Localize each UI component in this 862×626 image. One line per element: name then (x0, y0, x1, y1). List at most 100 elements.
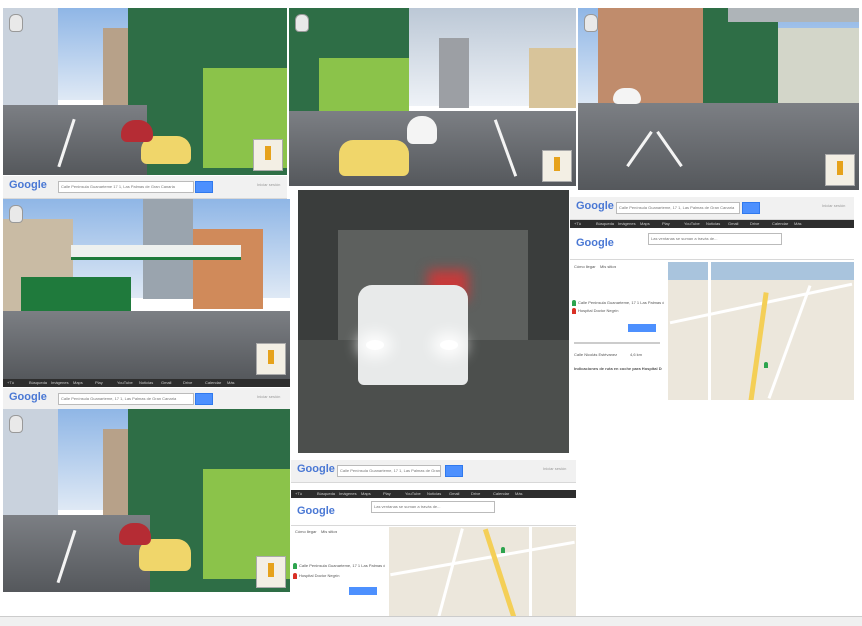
origin-pin-icon (293, 563, 297, 569)
sign-in-link[interactable]: Iniciar sesión (257, 182, 280, 187)
search-input[interactable]: Calle Peninsula Guanarteme 17 1, Las Pal… (58, 181, 194, 193)
nav-item[interactable]: Más (227, 380, 235, 385)
destination-pin-icon (293, 573, 297, 579)
nav-item[interactable]: Gmail (161, 380, 171, 385)
canopy (728, 8, 859, 22)
nav-item[interactable]: +Tú (7, 380, 14, 385)
route-highway (482, 528, 517, 618)
nav-item[interactable]: Maps (640, 221, 650, 226)
nav-item[interactable]: Noticias (427, 491, 441, 496)
nav-item[interactable]: Búsqueda (596, 221, 614, 226)
origin-field[interactable]: Calle Peninsula Guanarteme, 17 1 Las Pal… (578, 300, 664, 305)
minimap-icon[interactable] (542, 150, 572, 182)
tab-get-directions[interactable]: Cómo llegar (574, 264, 596, 269)
nav-item[interactable]: Búsqueda (29, 380, 47, 385)
building-green (703, 8, 778, 103)
building-right (778, 28, 859, 103)
destination-field[interactable]: Hospital Doctor Negrín (578, 308, 664, 313)
building-left (598, 8, 708, 103)
nav-item[interactable]: Calendar (772, 221, 788, 226)
streetview-tile-top-middle[interactable] (289, 8, 576, 186)
white-car (358, 285, 468, 385)
search-input[interactable]: Calle Península Guanarteme, 17 1, Las Pa… (58, 393, 194, 405)
google-bar-maps-bottom: Google Calle Península Guanarteme, 17 1,… (291, 460, 576, 483)
nav-item[interactable]: Maps (73, 380, 83, 385)
google-logo: Google (297, 463, 335, 475)
google-bar-left: Google Calle Peninsula Guanarteme 17 1, … (3, 176, 287, 199)
tab-my-places[interactable]: Mis sitios (600, 264, 616, 269)
search-button[interactable] (445, 465, 463, 477)
get-directions-button[interactable] (628, 324, 656, 332)
sign-in-link[interactable]: Iniciar sesión (257, 394, 280, 399)
origin-field[interactable]: Calle Peninsula Guanarteme, 17 1 Las Pal… (299, 563, 385, 568)
minimap-icon[interactable] (256, 343, 286, 375)
google-bar-maps-right-2: Google Las ventanas se suman a travás de… (570, 229, 854, 260)
nav-item[interactable]: Play (383, 491, 391, 496)
nav-item[interactable]: Búsqueda (317, 491, 335, 496)
google-logo: Google (576, 237, 614, 249)
sign-in-link[interactable]: Iniciar sesión (543, 466, 566, 471)
streetview-tile-bottom-left[interactable] (3, 409, 290, 592)
nav-item[interactable]: YouTube (405, 491, 421, 496)
nav-item[interactable]: +Tú (295, 491, 302, 496)
get-directions-button[interactable] (349, 587, 377, 595)
sign-in-link[interactable]: Iniciar sesión (822, 203, 845, 208)
map-bottom[interactable] (389, 527, 576, 619)
pegman-icon[interactable] (9, 205, 23, 223)
nav-item[interactable]: Maps (361, 491, 371, 496)
tab-my-places[interactable]: Mis sitios (321, 529, 337, 534)
white-van (613, 88, 641, 104)
nav-item[interactable]: YouTube (117, 380, 133, 385)
nav-item[interactable]: Play (662, 221, 670, 226)
search-input[interactable]: Calle Península Guanarteme, 17 1, Las Pa… (337, 465, 441, 477)
search-button[interactable] (195, 393, 213, 405)
streetview-tile-top-right[interactable] (578, 8, 859, 190)
google-nav-bar: +Tú Búsqueda Imágenes Maps Play YouTube Notici… (291, 490, 576, 498)
nav-item[interactable]: Calendar (493, 491, 509, 496)
minimap-icon[interactable] (825, 154, 855, 186)
pegman-icon[interactable] (584, 14, 598, 32)
yellow-car (339, 140, 409, 176)
minimap-icon[interactable] (253, 139, 283, 171)
minimap-icon[interactable] (256, 556, 286, 588)
headlight-left (366, 340, 384, 350)
map-right[interactable] (668, 262, 854, 400)
search-button[interactable] (742, 202, 760, 214)
pegman-icon[interactable] (9, 415, 23, 433)
nav-item[interactable]: YouTube (684, 221, 700, 226)
summary-title: Indicaciones de ruta en coche para Hospi… (574, 366, 662, 371)
nav-item[interactable]: +Tú (574, 221, 581, 226)
nav-item[interactable]: Imágenes (339, 491, 357, 496)
search-button[interactable] (195, 181, 213, 193)
nav-item[interactable]: Drive (750, 221, 759, 226)
nav-item[interactable]: Noticias (139, 380, 153, 385)
google-bar-maps-right: Google Calle Península Guanarteme, 17 1,… (570, 197, 854, 220)
route-distance: 4,6 km (630, 352, 643, 357)
nav-item[interactable]: Gmail (728, 221, 738, 226)
nav-item[interactable]: Más (515, 491, 523, 496)
search-input[interactable]: Calle Península Guanarteme, 17 1, Las Pa… (616, 202, 740, 214)
nav-item[interactable]: Noticias (706, 221, 720, 226)
pegman-icon[interactable] (295, 14, 309, 32)
nav-item[interactable]: Drive (183, 380, 192, 385)
destination-field[interactable]: Hospital Doctor Negrín (299, 573, 385, 578)
building-right (193, 229, 263, 309)
road (578, 102, 859, 190)
divider (574, 342, 660, 344)
streetview-tile-top-left[interactable] (3, 8, 287, 175)
red-car (121, 120, 153, 142)
nav-item[interactable]: Imágenes (51, 380, 69, 385)
nav-item[interactable]: Play (95, 380, 103, 385)
nav-item[interactable]: Más (794, 221, 802, 226)
streetview-tile-gas-station[interactable] (3, 199, 290, 379)
nav-item[interactable]: Gmail (449, 491, 459, 496)
red-car (119, 523, 151, 545)
building-far (439, 38, 469, 108)
nav-item[interactable]: Drive (471, 491, 480, 496)
building-right (529, 48, 576, 108)
route-label[interactable]: Calle Nicolás Estévanez (574, 352, 617, 357)
nav-item[interactable]: Calendar (205, 380, 221, 385)
tab-get-directions[interactable]: Cómo llegar (295, 529, 317, 534)
nav-item[interactable]: Imágenes (618, 221, 636, 226)
pegman-icon[interactable] (9, 14, 23, 32)
